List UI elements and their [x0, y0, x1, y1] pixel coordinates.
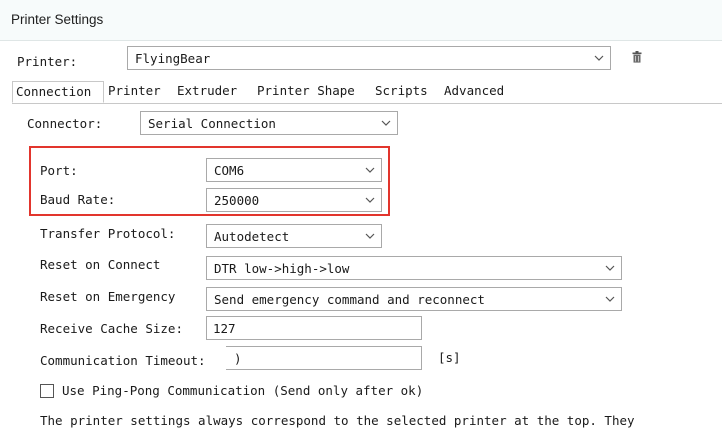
tab-advanced[interactable]: Advanced [441, 81, 507, 103]
chevron-down-icon [365, 233, 375, 239]
connector-label: Connector: [27, 116, 103, 131]
reset-on-emergency-select-value: Send emergency command and reconnect [214, 292, 485, 307]
receive-cache-size-value: 127 [213, 321, 236, 336]
port-select[interactable]: COM6 [206, 158, 382, 182]
chevron-down-icon [605, 296, 615, 302]
reset-on-connect-select-value: DTR low->high->low [214, 261, 350, 276]
transfer-protocol-select-value: Autodetect [214, 229, 290, 244]
tab-scripts[interactable]: Scripts [372, 81, 431, 103]
receive-cache-size-label: Receive Cache Size: [40, 321, 183, 336]
chevron-down-icon [605, 265, 615, 271]
connector-select[interactable]: Serial Connection [140, 111, 398, 135]
reset-on-connect-select[interactable]: DTR low->high->low [206, 256, 622, 280]
baud-rate-label: Baud Rate: [40, 192, 116, 207]
transfer-protocol-select[interactable]: Autodetect [206, 224, 382, 248]
printer-select-value: FlyingBear [135, 51, 211, 66]
tab-strip-border [12, 103, 722, 104]
trash-icon[interactable] [632, 51, 642, 63]
tab-printer[interactable]: Printer [105, 81, 164, 103]
port-label: Port: [40, 163, 78, 178]
timeout-unit-label: [s] [438, 350, 461, 365]
ping-pong-checkbox[interactable] [40, 384, 54, 398]
chevron-down-icon [381, 120, 391, 126]
window-title: Printer Settings [11, 12, 104, 27]
printer-label: Printer: [17, 54, 78, 69]
printer-settings-note: The printer settings always correspond t… [40, 413, 635, 428]
chevron-down-icon [365, 197, 375, 203]
tab-extruder[interactable]: Extruder [174, 81, 240, 103]
tab-printer-shape[interactable]: Printer Shape [254, 81, 358, 103]
connector-select-value: Serial Connection [148, 116, 276, 131]
communication-timeout-label: Communication Timeout: [40, 353, 206, 368]
transfer-protocol-label: Transfer Protocol: [40, 226, 176, 241]
chevron-down-icon [594, 55, 604, 61]
title-bar [0, 0, 722, 41]
chevron-down-icon [365, 167, 375, 173]
tab-connection[interactable]: Connection [12, 81, 104, 103]
printer-select[interactable]: FlyingBear [127, 46, 611, 70]
reset-on-emergency-select[interactable]: Send emergency command and reconnect [206, 287, 622, 311]
baud-rate-select-value: 250000 [214, 193, 260, 208]
baud-rate-select[interactable]: 250000 [206, 188, 382, 212]
communication-timeout-value: ) [234, 351, 242, 366]
reset-on-connect-label: Reset on Connect [40, 257, 161, 272]
ping-pong-label[interactable]: Use Ping-Pong Communication (Send only a… [62, 382, 423, 400]
port-select-value: COM6 [214, 163, 245, 178]
communication-timeout-input[interactable]: ) [226, 346, 422, 370]
reset-on-emergency-label: Reset on Emergency [40, 289, 176, 304]
receive-cache-size-input[interactable]: 127 [206, 316, 422, 340]
